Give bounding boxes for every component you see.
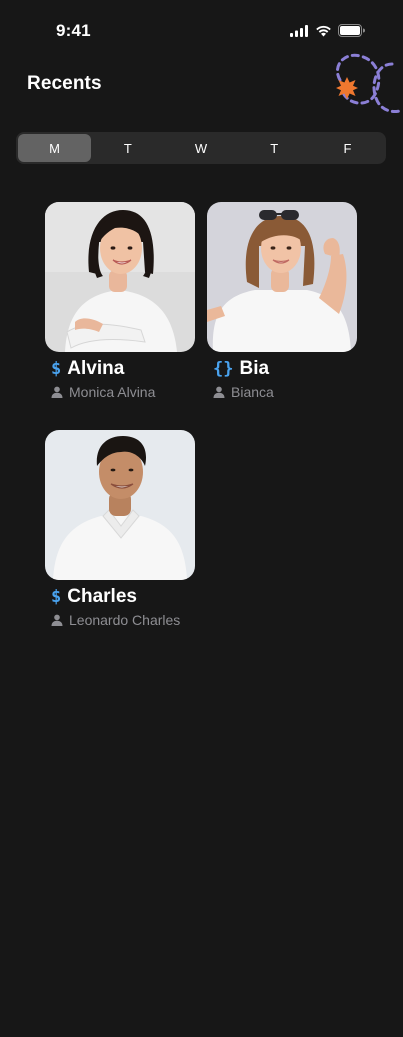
avatar-photo (207, 202, 357, 352)
page-title: Recents (27, 73, 102, 94)
contact-card-charles[interactable]: $ Charles Leonardo Charles (45, 430, 195, 630)
card-name: Alvina (67, 358, 125, 379)
tab-wednesday[interactable]: W (164, 134, 237, 162)
person-icon (51, 614, 63, 626)
wifi-icon (316, 25, 331, 36)
status-icons (290, 24, 365, 37)
dollar-icon: $ (51, 586, 62, 607)
day-tabs: M T W T F (16, 132, 386, 164)
card-owner: Leonardo Charles (69, 612, 181, 628)
cellular-signal-icon (290, 24, 308, 37)
card-owner: Monica Alvina (69, 384, 156, 400)
dollar-icon: $ (51, 358, 62, 379)
avatar-photo (45, 202, 195, 352)
braces-icon: {} (213, 358, 234, 379)
decorative-doodle-icon (336, 53, 403, 113)
tab-tuesday[interactable]: T (91, 134, 164, 162)
card-name: Charles (67, 586, 137, 607)
person-icon (213, 386, 225, 398)
avatar-photo (45, 430, 195, 580)
person-icon (51, 386, 63, 398)
tab-thursday[interactable]: T (238, 134, 311, 162)
tab-monday[interactable]: M (18, 134, 92, 162)
card-name: Bia (239, 358, 270, 379)
contact-card-bia[interactable]: {} Bia Bianca (207, 202, 357, 402)
contact-card-alvina[interactable]: $ Alvina Monica Alvina (45, 202, 195, 402)
status-time: 9:41 (56, 21, 91, 40)
card-owner: Bianca (231, 384, 274, 400)
battery-icon (338, 24, 365, 37)
tab-friday[interactable]: F (311, 134, 384, 162)
